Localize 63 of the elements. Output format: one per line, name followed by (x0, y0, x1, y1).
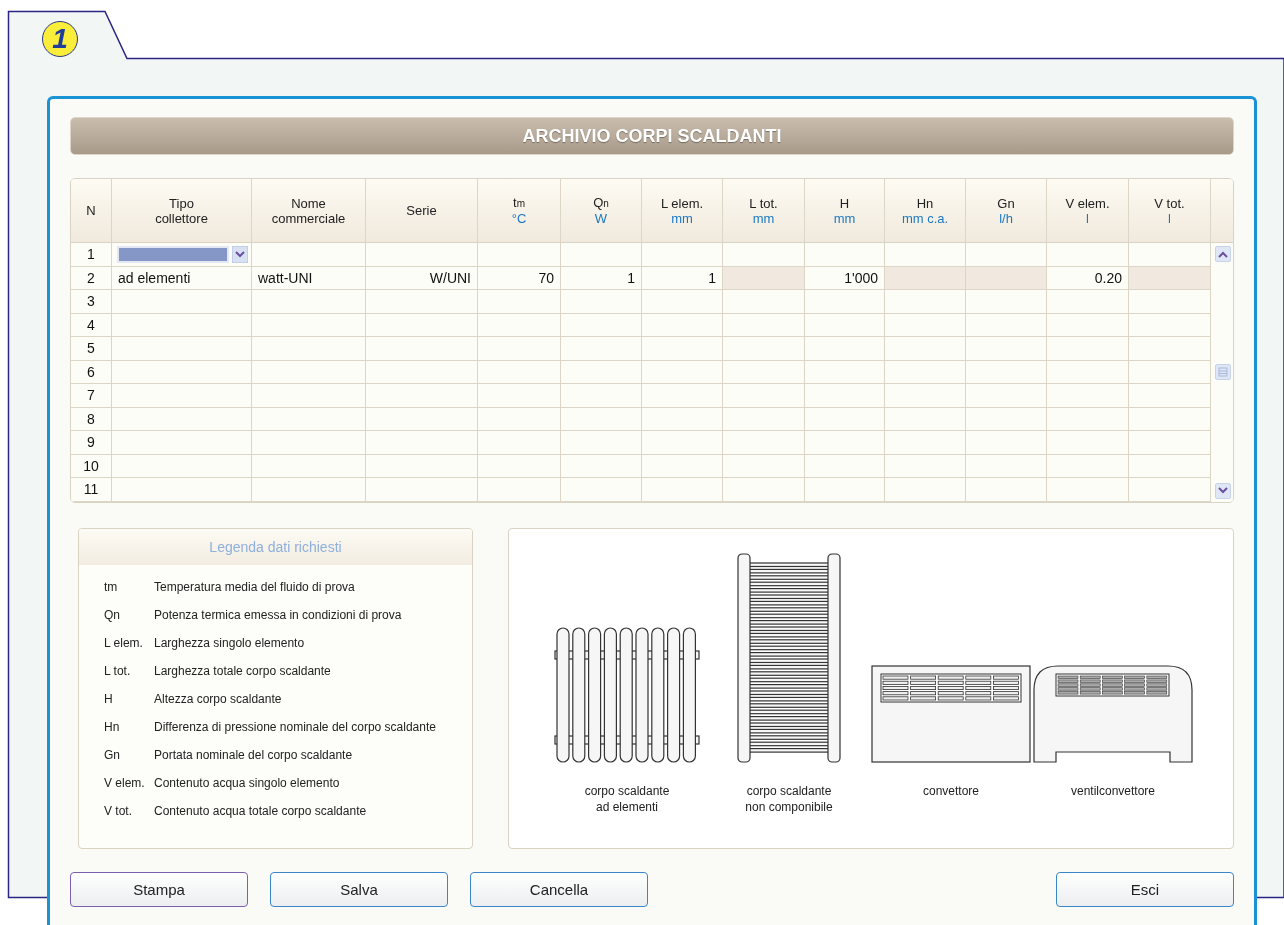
legend-symbol: Qn (104, 606, 121, 623)
scroll-up-icon[interactable] (1215, 246, 1231, 262)
row-number: 11 (71, 478, 112, 502)
legend-text: Contenuto acqua totale corpo scaldante (154, 802, 367, 819)
row-number: 3 (71, 290, 112, 314)
column-header: Nome commerciale (252, 179, 366, 243)
table-cell: 0.20 (1047, 266, 1129, 290)
heater-caption: corpo scaldante non componibile (745, 782, 833, 815)
row-number: 10 (71, 454, 112, 478)
table-cell: 1 (561, 266, 642, 290)
legend-symbol: tm (104, 578, 119, 595)
row-number: 8 (71, 407, 112, 431)
dropdown-field[interactable] (112, 243, 252, 267)
legend-symbol: V elem. (104, 774, 146, 791)
chevron-down-icon[interactable] (232, 245, 248, 263)
column-header: L tot. mm (723, 179, 805, 243)
table-cell: 70 (478, 266, 561, 290)
table-cell: 1 (642, 266, 723, 290)
action-button[interactable]: Salva (270, 871, 448, 907)
column-header: Hn mm c.a. (885, 179, 966, 243)
heater-caption: ventilconvettore (1070, 782, 1155, 800)
action-button[interactable]: Stampa (70, 871, 248, 907)
table-cell: watt-UNI (252, 266, 366, 290)
legend-symbol: H (104, 690, 114, 707)
legend-text: Larghezza singolo elemento (154, 634, 305, 651)
scroll-down-icon[interactable] (1215, 482, 1231, 499)
row-number: 7 (71, 384, 112, 408)
heater-caption: convettore (922, 782, 979, 800)
table-cell: ad elementi (112, 266, 252, 290)
legend-symbol: L tot. (104, 662, 132, 679)
legend-symbol: V tot. (104, 802, 133, 819)
column-header: H mm (805, 179, 885, 243)
legend-title: Legenda dati richiesti (209, 538, 342, 555)
legend-symbol: Hn (104, 718, 121, 735)
column-header: Gn l/h (966, 179, 1047, 243)
row-number: 9 (71, 431, 112, 455)
column-header: V elem. l (1047, 179, 1129, 243)
legend-text: Differenza di pressione nominale del corpo scaldante (154, 718, 436, 735)
dialog-title: ARCHIVIO CORPI SCALDANTI (70, 117, 1234, 155)
legend-text: Portata nominale del corpo scaldante (154, 746, 353, 763)
column-header: Tipo collettore (112, 179, 252, 243)
legend-text: Larghezza totale corpo scaldante (154, 662, 331, 679)
row-number: 5 (71, 337, 112, 361)
table-cell: W/UNI (366, 266, 478, 290)
heater-caption: corpo scaldante ad elementi (584, 782, 670, 815)
legend-text: Temperatura media del fluido di prova (154, 578, 355, 595)
row-number: 1 (71, 243, 112, 267)
legend-text: Contenuto acqua singolo elemento (154, 774, 340, 791)
row-number: 2 (71, 266, 112, 290)
legend-symbol: Gn (104, 746, 121, 763)
action-button[interactable]: Esci (1056, 871, 1234, 907)
column-header: L elem. mm (642, 179, 723, 243)
scroll-thumb[interactable] (1215, 364, 1231, 381)
table-cell: 1'000 (805, 266, 885, 290)
column-header: V tot. l (1129, 179, 1211, 243)
row-number: 6 (71, 360, 112, 384)
row-number: 4 (71, 313, 112, 337)
legend-symbol: L elem. (104, 634, 144, 651)
column-header: Serie (366, 179, 478, 243)
action-button[interactable]: Cancella (470, 871, 648, 907)
legend-text: Potenza termica emessa in condizioni di prova (154, 606, 402, 623)
column-header: N (71, 179, 112, 243)
legend-text: Altezza corpo scaldante (154, 690, 282, 707)
